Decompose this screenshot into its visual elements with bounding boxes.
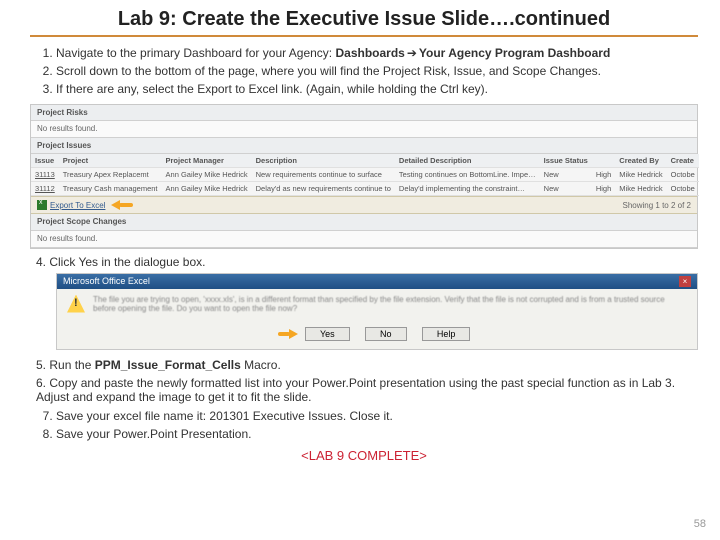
callout-arrow-icon (278, 329, 298, 339)
step-1-bold1: Dashboards (335, 46, 404, 60)
warning-icon (67, 295, 85, 313)
export-label: Export To Excel (50, 201, 105, 211)
dialog-screenshot: Microsoft Office Excel × The file you ar… (56, 273, 698, 350)
excel-icon (37, 200, 47, 210)
page-title: Lab 9: Create the Executive Issue Slide…… (30, 8, 698, 37)
export-row: Export To Excel Showing 1 to 2 of 2 (31, 196, 697, 214)
step-6: 6. Copy and paste the newly formatted li… (36, 376, 698, 404)
step-3: If there are any, select the Export to E… (56, 81, 698, 97)
close-icon[interactable]: × (679, 276, 691, 287)
dashboard-screenshot: Project Risks No results found. Project … (30, 104, 698, 249)
callout-arrow-icon (111, 200, 133, 210)
table-row: 31113 Treasury Apex Replacemt Ann Gailey… (31, 168, 699, 182)
table-row: 31112 Treasury Cash management Ann Gaile… (31, 182, 699, 196)
scope-header: Project Scope Changes (31, 214, 697, 231)
page-number: 58 (694, 518, 706, 530)
dialog-titlebar: Microsoft Office Excel × (57, 274, 697, 289)
no-button[interactable]: No (365, 327, 407, 341)
step-5: 5. Run the PPM_Issue_Format_Cells Macro. (36, 358, 698, 372)
step-8: Save your Power.Point Presentation. (56, 426, 698, 442)
dialog-title-text: Microsoft Office Excel (63, 276, 150, 286)
step-7: Save your excel file name it: 201301 Exe… (56, 408, 698, 424)
dialog-buttons: Yes No Help (57, 322, 697, 349)
help-button[interactable]: Help (422, 327, 471, 341)
step-4: 4. Click Yes in the dialogue box. (36, 255, 698, 269)
showing-count: Showing 1 to 2 of 2 (623, 201, 692, 211)
lab-complete: <LAB 9 COMPLETE> (30, 448, 698, 463)
scope-empty: No results found. (31, 231, 697, 248)
step-1: Navigate to the primary Dashboard for yo… (56, 45, 698, 61)
dialog-message: The file you are trying to open, 'xxxx.x… (93, 295, 687, 314)
steps-top-list: Navigate to the primary Dashboard for yo… (30, 45, 698, 98)
issues-table: Issue Project Project Manager Descriptio… (31, 154, 699, 196)
yes-button[interactable]: Yes (305, 327, 350, 341)
export-to-excel-link[interactable]: Export To Excel (37, 200, 105, 210)
risks-header: Project Risks (31, 105, 697, 122)
issues-header: Project Issues (31, 138, 697, 155)
step-2: Scroll down to the bottom of the page, w… (56, 63, 698, 79)
step-1-text: Navigate to the primary Dashboard for yo… (56, 46, 335, 60)
risks-empty: No results found. (31, 121, 697, 138)
step-1-bold2: Your Agency Program Dashboard (419, 46, 610, 60)
table-header-row: Issue Project Project Manager Descriptio… (31, 154, 699, 168)
arrow-icon: ➔ (407, 45, 417, 61)
